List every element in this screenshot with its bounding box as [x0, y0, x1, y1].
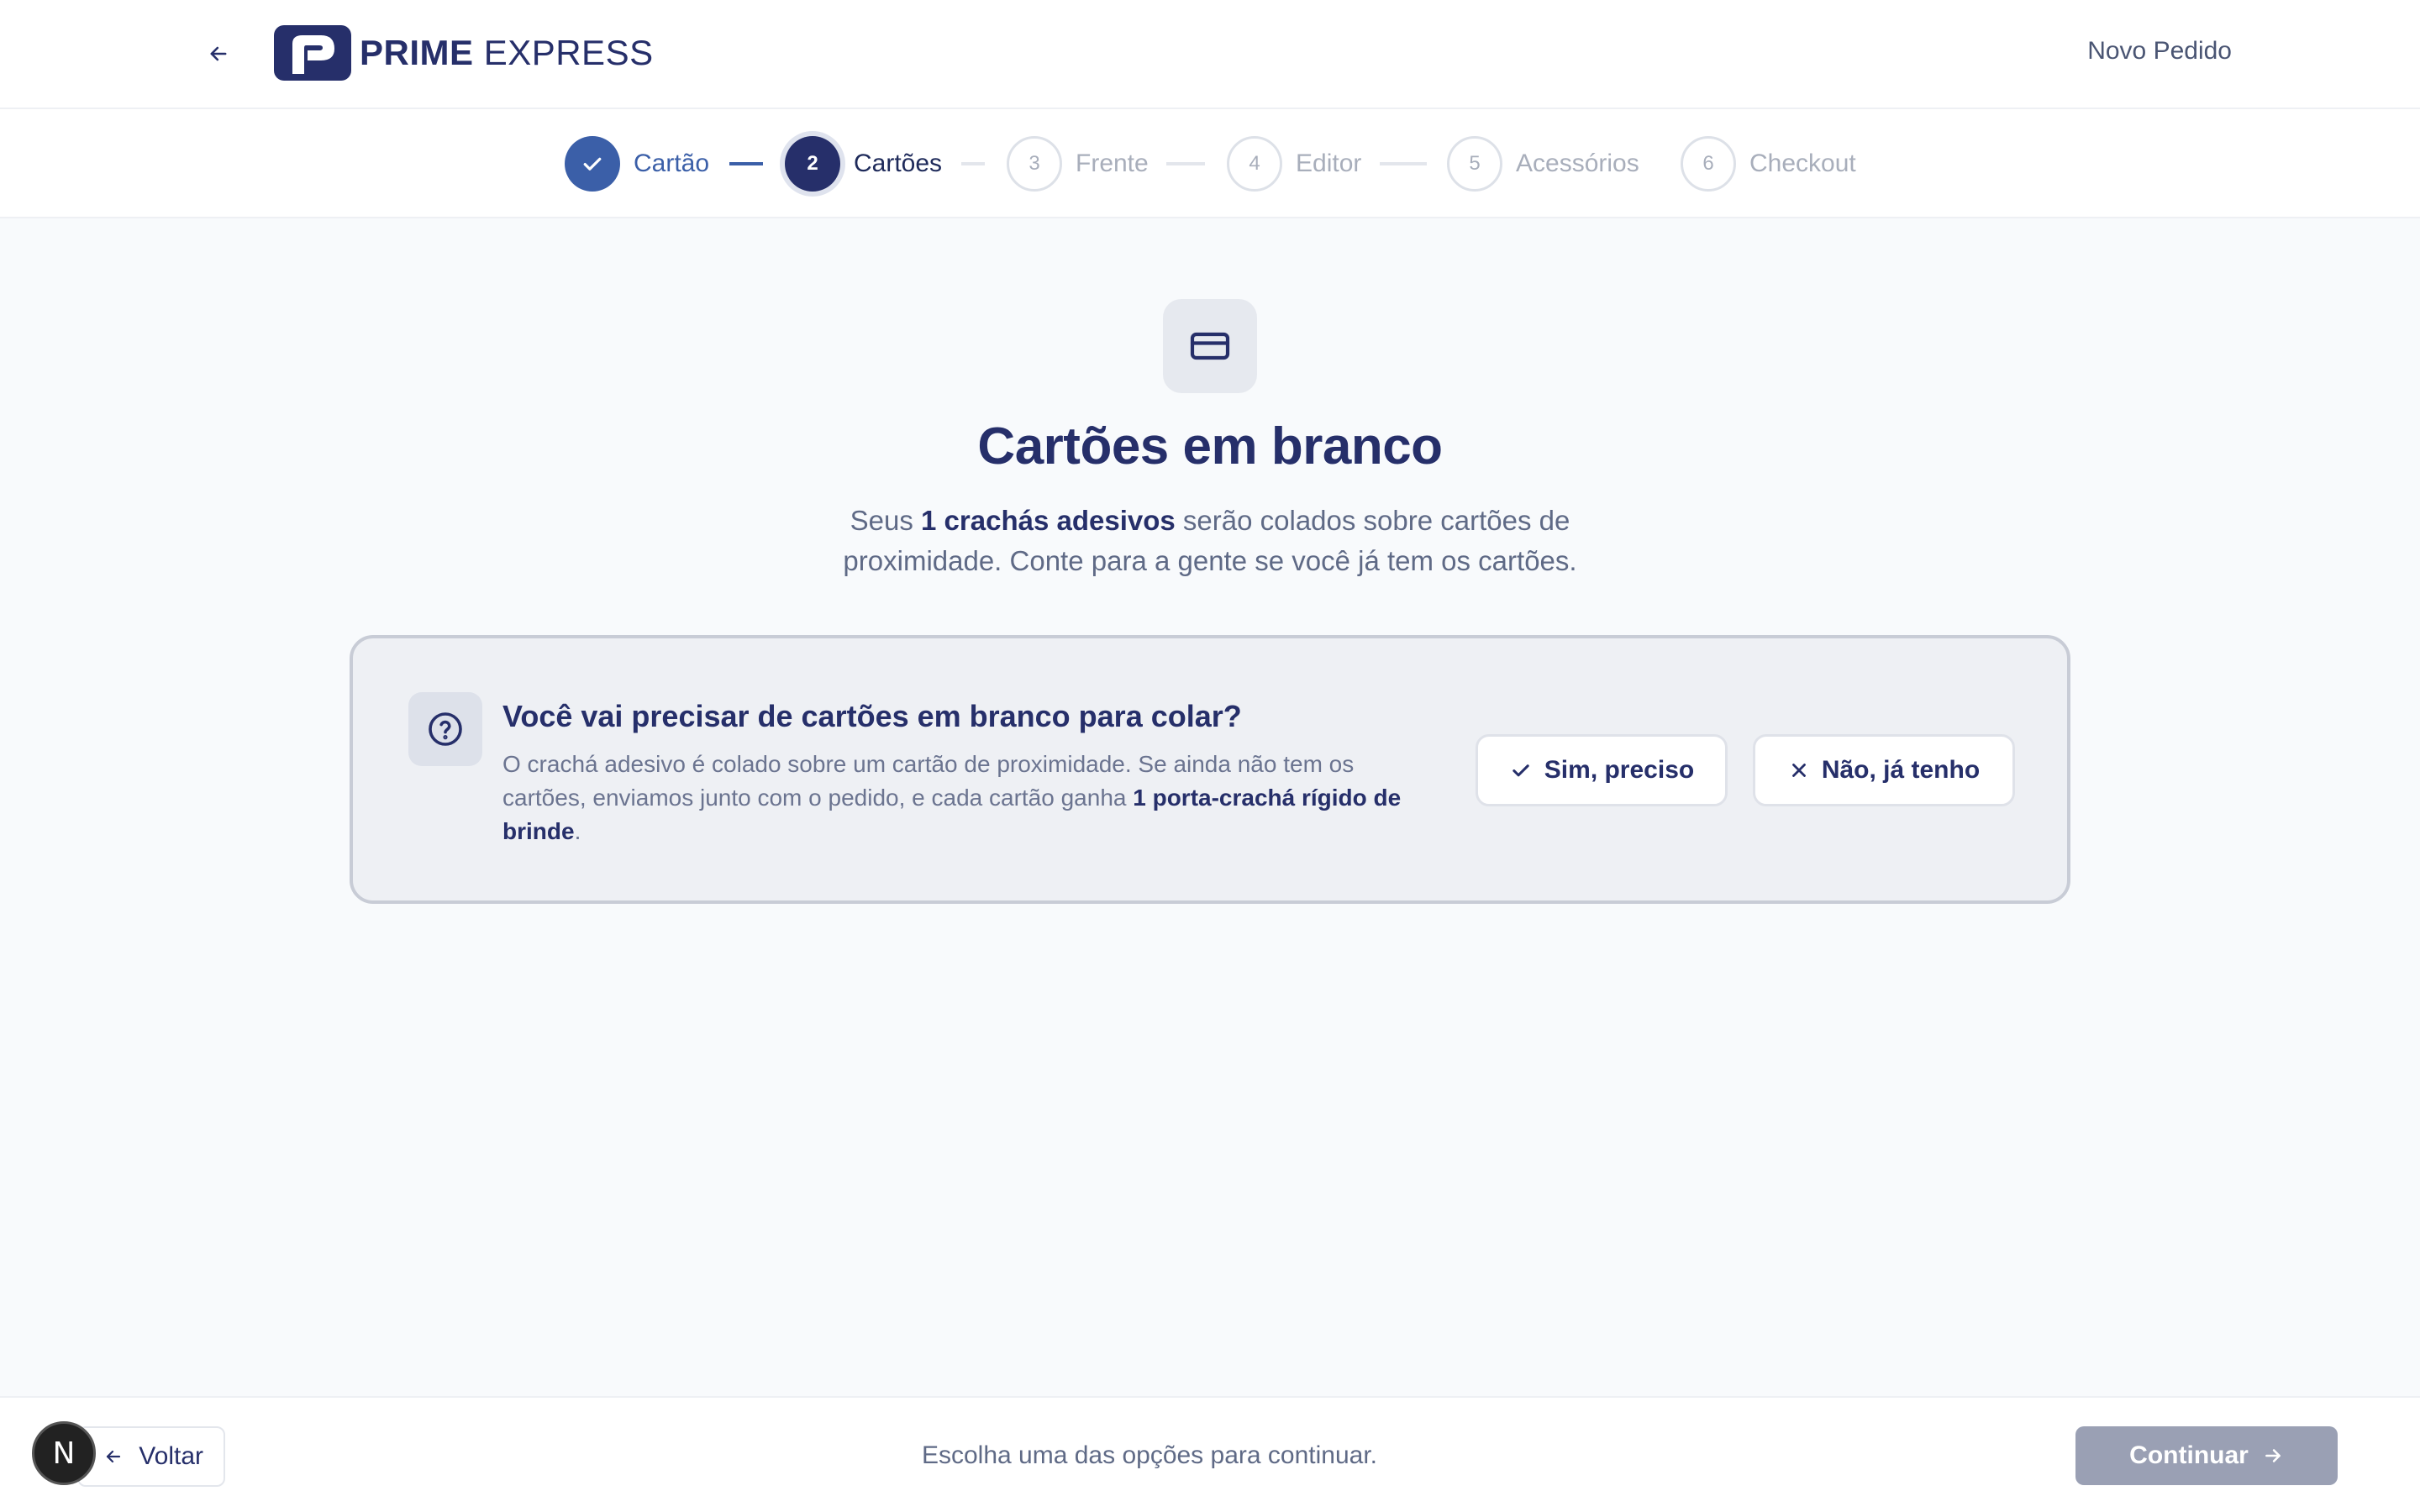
blank-cards-question: Você vai precisar de cartões em branco p…: [350, 635, 2070, 904]
step-check-icon: [565, 136, 620, 192]
question-title: Você vai precisar de cartões em branco p…: [502, 699, 1242, 733]
help-circle-icon: [408, 692, 482, 766]
step-label: Frente: [1076, 150, 1149, 177]
no-have-cards-button[interactable]: Não, já tenho: [1753, 734, 2015, 806]
continue-button[interactable]: Continuar: [2075, 1426, 2338, 1485]
brand-name-bold: PRIME: [360, 33, 474, 72]
yes-button-label: Sim, preciso: [1544, 756, 1695, 784]
step-connector: [961, 162, 985, 165]
step-connector: [1380, 162, 1427, 165]
step-connector: [1166, 162, 1205, 165]
continue-button-label: Continuar: [2129, 1441, 2249, 1469]
brand-logo[interactable]: PRIME EXPRESS: [274, 25, 654, 81]
step-cartao[interactable]: Cartão: [565, 136, 709, 192]
step-acessorios[interactable]: 5 Acessórios: [1447, 136, 1639, 192]
step-label: Acessórios: [1516, 150, 1639, 177]
step-label: Cartão: [634, 150, 710, 177]
brand-name-light: EXPRESS: [483, 33, 654, 72]
question-description: O crachá adesivo é colado sobre um cartã…: [502, 748, 1444, 848]
back-arrow-icon[interactable]: [202, 37, 235, 71]
page-subtitle: Seus 1 crachás adesivos serão colados so…: [790, 501, 1630, 581]
new-order-link[interactable]: Novo Pedido: [2087, 37, 2232, 66]
step-number: 5: [1447, 136, 1502, 192]
step-number: 6: [1681, 136, 1736, 192]
top-header: PRIME EXPRESS Novo Pedido: [0, 0, 2420, 109]
page-title: Cartões em branco: [977, 417, 1443, 475]
close-icon: [1791, 764, 1806, 777]
brand-logo-mark: [274, 25, 351, 81]
subtitle-text: Seus: [850, 505, 922, 536]
step-frente[interactable]: 3 Frente: [1007, 136, 1149, 192]
step-number: 3: [1007, 136, 1062, 192]
step-label: Checkout: [1749, 150, 1856, 177]
step-checkout[interactable]: 6 Checkout: [1681, 136, 1856, 192]
step-connector: [729, 162, 763, 165]
progress-stepper: Cartão 2 Cartões 3 Frente 4 Editor 5 Ace…: [0, 109, 2420, 218]
yes-need-cards-button[interactable]: Sim, preciso: [1476, 734, 1728, 806]
step-label: Editor: [1296, 150, 1362, 177]
step-editor[interactable]: 4 Editor: [1227, 136, 1361, 192]
step-label: Cartões: [854, 150, 943, 177]
question-text: .: [574, 818, 581, 844]
subtitle-emphasis: 1 crachás adesivos: [921, 505, 1176, 536]
credit-card-icon: [1163, 299, 1257, 393]
brand-name: PRIME EXPRESS: [360, 33, 654, 73]
footer-hint: Escolha uma das opções para continuar.: [921, 1441, 1377, 1469]
bottom-bar: Voltar N Escolha uma das opções para con…: [0, 1396, 2420, 1512]
step-number: 4: [1227, 136, 1282, 192]
step-number: 2: [785, 136, 840, 192]
check-icon: [1512, 764, 1529, 777]
step-cartoes[interactable]: 2 Cartões: [785, 136, 942, 192]
no-button-label: Não, já tenho: [1821, 756, 1981, 784]
arrow-right-icon: [2265, 1449, 2281, 1462]
